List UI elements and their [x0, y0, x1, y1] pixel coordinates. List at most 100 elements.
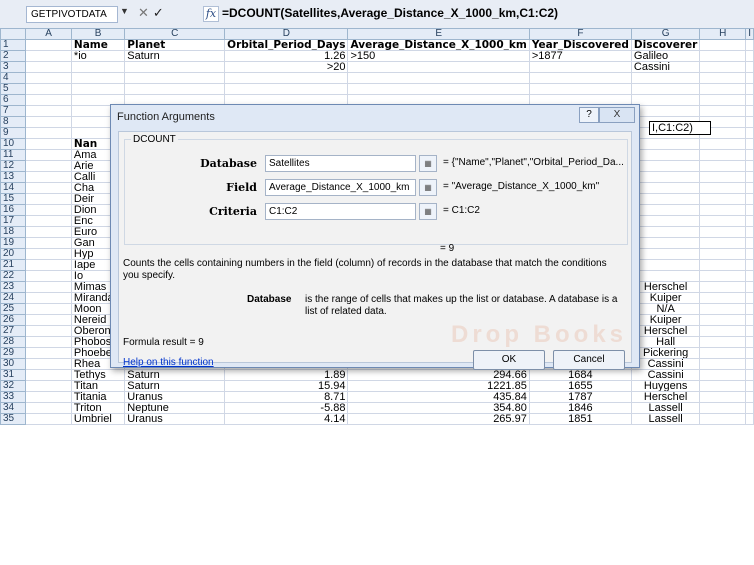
cell[interactable]	[25, 182, 72, 194]
row-header[interactable]: 34	[0, 402, 27, 414]
cell[interactable]	[699, 358, 747, 370]
cell[interactable]: 1787	[528, 391, 632, 403]
cell[interactable]	[630, 160, 701, 172]
cell[interactable]: Saturn	[124, 380, 226, 392]
cell[interactable]	[745, 94, 754, 106]
cell[interactable]	[745, 402, 754, 414]
cell[interactable]	[70, 72, 126, 84]
cell[interactable]	[745, 105, 754, 117]
cell[interactable]	[630, 83, 701, 95]
cell[interactable]	[699, 281, 747, 293]
cell[interactable]	[699, 325, 747, 337]
cell[interactable]: Uranus	[124, 391, 226, 403]
cell[interactable]	[699, 402, 747, 414]
cell[interactable]	[70, 61, 126, 73]
cell[interactable]	[745, 358, 754, 370]
cell[interactable]: Titan	[70, 380, 126, 392]
cell[interactable]: Uranus	[124, 413, 226, 425]
cell[interactable]: Orbital_Period_Days	[224, 39, 349, 51]
row-header[interactable]: 13	[0, 171, 27, 183]
cell[interactable]	[630, 193, 701, 205]
cell[interactable]: Titania	[70, 391, 126, 403]
cell[interactable]	[25, 105, 72, 117]
cell[interactable]: Cassini	[630, 358, 701, 370]
cell[interactable]	[25, 39, 72, 51]
cell[interactable]	[25, 149, 72, 161]
cell[interactable]	[745, 160, 754, 172]
row-header[interactable]: 23	[0, 281, 27, 293]
help-link[interactable]: Help on this function	[123, 357, 214, 368]
cell[interactable]	[25, 83, 72, 95]
insert-function-icon[interactable]: fx	[203, 6, 219, 22]
cell[interactable]	[25, 358, 72, 370]
cell[interactable]	[25, 303, 72, 315]
cell[interactable]	[630, 182, 701, 194]
cell[interactable]	[630, 270, 701, 282]
column-header[interactable]: D	[224, 28, 349, 40]
cell[interactable]: Neptune	[124, 402, 226, 414]
cell[interactable]: Kuiper	[630, 292, 701, 304]
row-header[interactable]: 4	[0, 72, 27, 84]
cell[interactable]	[347, 72, 530, 84]
cell[interactable]: 1851	[528, 413, 632, 425]
cell[interactable]	[25, 50, 72, 62]
cell[interactable]	[699, 215, 747, 227]
row-header[interactable]: 30	[0, 358, 27, 370]
field-input[interactable]: Average_Distance_X_1000_km	[265, 179, 416, 196]
cell[interactable]	[124, 72, 226, 84]
cell[interactable]: 354.80	[347, 402, 530, 414]
cell[interactable]	[745, 83, 754, 95]
cell[interactable]	[745, 171, 754, 183]
cell[interactable]: Discoverer	[630, 39, 701, 51]
cell[interactable]	[745, 391, 754, 403]
cell[interactable]: Triton	[70, 402, 126, 414]
cell[interactable]	[699, 369, 747, 381]
cell[interactable]	[25, 369, 72, 381]
row-header[interactable]: 22	[0, 270, 27, 282]
database-input[interactable]: Satellites	[265, 155, 416, 172]
cell[interactable]	[630, 204, 701, 216]
row-header[interactable]: 21	[0, 259, 27, 271]
cell[interactable]	[630, 149, 701, 161]
cell[interactable]: Herschel	[630, 325, 701, 337]
cell[interactable]	[745, 138, 754, 150]
cell[interactable]	[25, 347, 72, 359]
cell[interactable]	[745, 325, 754, 337]
row-header[interactable]: 5	[0, 83, 27, 95]
cell[interactable]: Herschel	[630, 281, 701, 293]
row-header[interactable]: 26	[0, 314, 27, 326]
cell[interactable]	[124, 61, 226, 73]
cell[interactable]	[25, 248, 72, 260]
row-header[interactable]: 10	[0, 138, 27, 150]
cell[interactable]	[699, 237, 747, 249]
row-header[interactable]: 20	[0, 248, 27, 260]
row-header[interactable]: 19	[0, 237, 27, 249]
cell[interactable]: -5.88	[224, 402, 349, 414]
row-header[interactable]: 28	[0, 336, 27, 348]
column-header[interactable]: H	[699, 28, 747, 40]
cell[interactable]: N/A	[630, 303, 701, 315]
check-icon[interactable]: ✓	[153, 5, 168, 20]
column-header[interactable]: F	[528, 28, 632, 40]
cell[interactable]	[528, 61, 632, 73]
cell[interactable]	[745, 72, 754, 84]
cell[interactable]	[25, 237, 72, 249]
cell[interactable]	[25, 292, 72, 304]
cell[interactable]	[745, 347, 754, 359]
cell[interactable]	[699, 193, 747, 205]
cell[interactable]	[745, 50, 754, 62]
cell[interactable]	[745, 314, 754, 326]
cell[interactable]: Cassini	[630, 369, 701, 381]
cell[interactable]	[699, 336, 747, 348]
cell[interactable]	[630, 72, 701, 84]
cell[interactable]	[25, 413, 72, 425]
cell[interactable]	[25, 270, 72, 282]
cell[interactable]	[745, 259, 754, 271]
cell[interactable]	[25, 325, 72, 337]
cell[interactable]	[699, 204, 747, 216]
cell[interactable]: Year_Discovered	[528, 39, 632, 51]
help-button[interactable]: ?	[579, 107, 599, 123]
cell[interactable]: >20	[224, 61, 349, 73]
cell[interactable]	[699, 149, 747, 161]
range-picker-icon[interactable]: ▦	[419, 179, 437, 196]
